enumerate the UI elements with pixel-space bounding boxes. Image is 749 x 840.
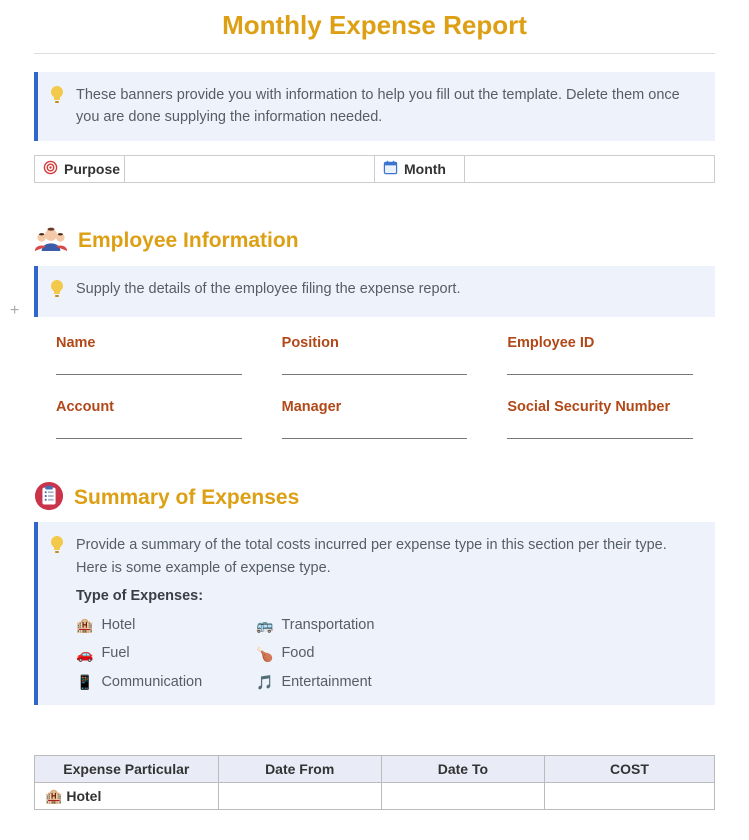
field-manager[interactable]: Manager xyxy=(282,399,468,439)
info-banner-employee: Supply the details of the employee filin… xyxy=(34,266,715,317)
th-date-from: Date From xyxy=(218,756,381,783)
field-ssn[interactable]: Social Security Number xyxy=(507,399,693,439)
input-ssn[interactable] xyxy=(507,425,693,439)
input-account[interactable] xyxy=(56,425,242,439)
summary-banner-strong: Type of Expenses: xyxy=(76,585,699,607)
type-hotel: Hotel xyxy=(101,614,135,636)
food-icon: 🍗 xyxy=(256,647,273,661)
hotel-icon: 🏨 xyxy=(45,789,62,803)
lightbulb-icon xyxy=(50,536,64,561)
type-fuel: Fuel xyxy=(101,642,129,664)
calendar-icon xyxy=(383,160,398,178)
row-cost[interactable] xyxy=(544,783,714,810)
page-title: Monthly Expense Report xyxy=(34,10,715,41)
type-food: Food xyxy=(281,642,314,664)
th-particular: Expense Particular xyxy=(35,756,219,783)
purpose-input[interactable] xyxy=(125,156,375,182)
title-divider xyxy=(34,53,715,54)
label-employee-id: Employee ID xyxy=(507,335,693,351)
target-icon xyxy=(43,160,58,178)
field-employee-id[interactable]: Employee ID xyxy=(507,335,693,375)
input-manager[interactable] xyxy=(282,425,468,439)
label-manager: Manager xyxy=(282,399,468,415)
th-cost: COST xyxy=(544,756,714,783)
type-transportation: Transportation xyxy=(281,614,374,636)
info-banner-summary: Provide a summary of the total costs inc… xyxy=(34,522,715,705)
transportation-icon: 🚌 xyxy=(256,618,273,632)
label-position: Position xyxy=(282,335,468,351)
field-account[interactable]: Account xyxy=(56,399,242,439)
communication-icon: 📱 xyxy=(76,675,93,689)
employee-section: Employee Information Supply the details … xyxy=(34,225,715,439)
summary-heading: Summary of Expenses xyxy=(74,486,299,510)
employee-heading: Employee Information xyxy=(78,229,299,253)
input-position[interactable] xyxy=(282,361,468,375)
clipboard-list-icon xyxy=(34,481,64,514)
row-particular: Hotel xyxy=(66,788,101,804)
row-date-from[interactable] xyxy=(218,783,381,810)
input-name[interactable] xyxy=(56,361,242,375)
purpose-label: Purpose xyxy=(64,161,120,177)
month-input[interactable] xyxy=(465,156,714,182)
type-entertainment: Entertainment xyxy=(281,671,371,693)
hotel-icon: 🏨 xyxy=(76,618,93,632)
type-communication: Communication xyxy=(101,671,202,693)
info-banner-employee-text: Supply the details of the employee filin… xyxy=(76,278,699,300)
lightbulb-icon xyxy=(50,280,64,305)
row-date-to[interactable] xyxy=(381,783,544,810)
info-banner-top: These banners provide you with informati… xyxy=(34,72,715,141)
entertainment-icon: 🎵 xyxy=(256,675,273,689)
month-label: Month xyxy=(404,161,446,177)
label-name: Name xyxy=(56,335,242,351)
lightbulb-icon xyxy=(50,86,64,111)
label-account: Account xyxy=(56,399,242,415)
field-position[interactable]: Position xyxy=(282,335,468,375)
summary-banner-intro: Provide a summary of the total costs inc… xyxy=(76,534,699,579)
people-icon xyxy=(34,225,68,258)
add-block-handle[interactable]: + xyxy=(10,302,19,320)
field-name[interactable]: Name xyxy=(56,335,242,375)
info-banner-text: These banners provide you with informati… xyxy=(76,84,699,129)
expense-table: Expense Particular Date From Date To COS… xyxy=(34,755,715,810)
summary-section: Summary of Expenses Provide a summary of… xyxy=(34,481,715,810)
purpose-month-row: Purpose Month xyxy=(34,155,715,183)
th-date-to: Date To xyxy=(381,756,544,783)
table-row[interactable]: 🏨 Hotel xyxy=(35,783,715,810)
input-employee-id[interactable] xyxy=(507,361,693,375)
fuel-icon: 🚗 xyxy=(76,647,93,661)
label-ssn: Social Security Number xyxy=(507,399,693,415)
